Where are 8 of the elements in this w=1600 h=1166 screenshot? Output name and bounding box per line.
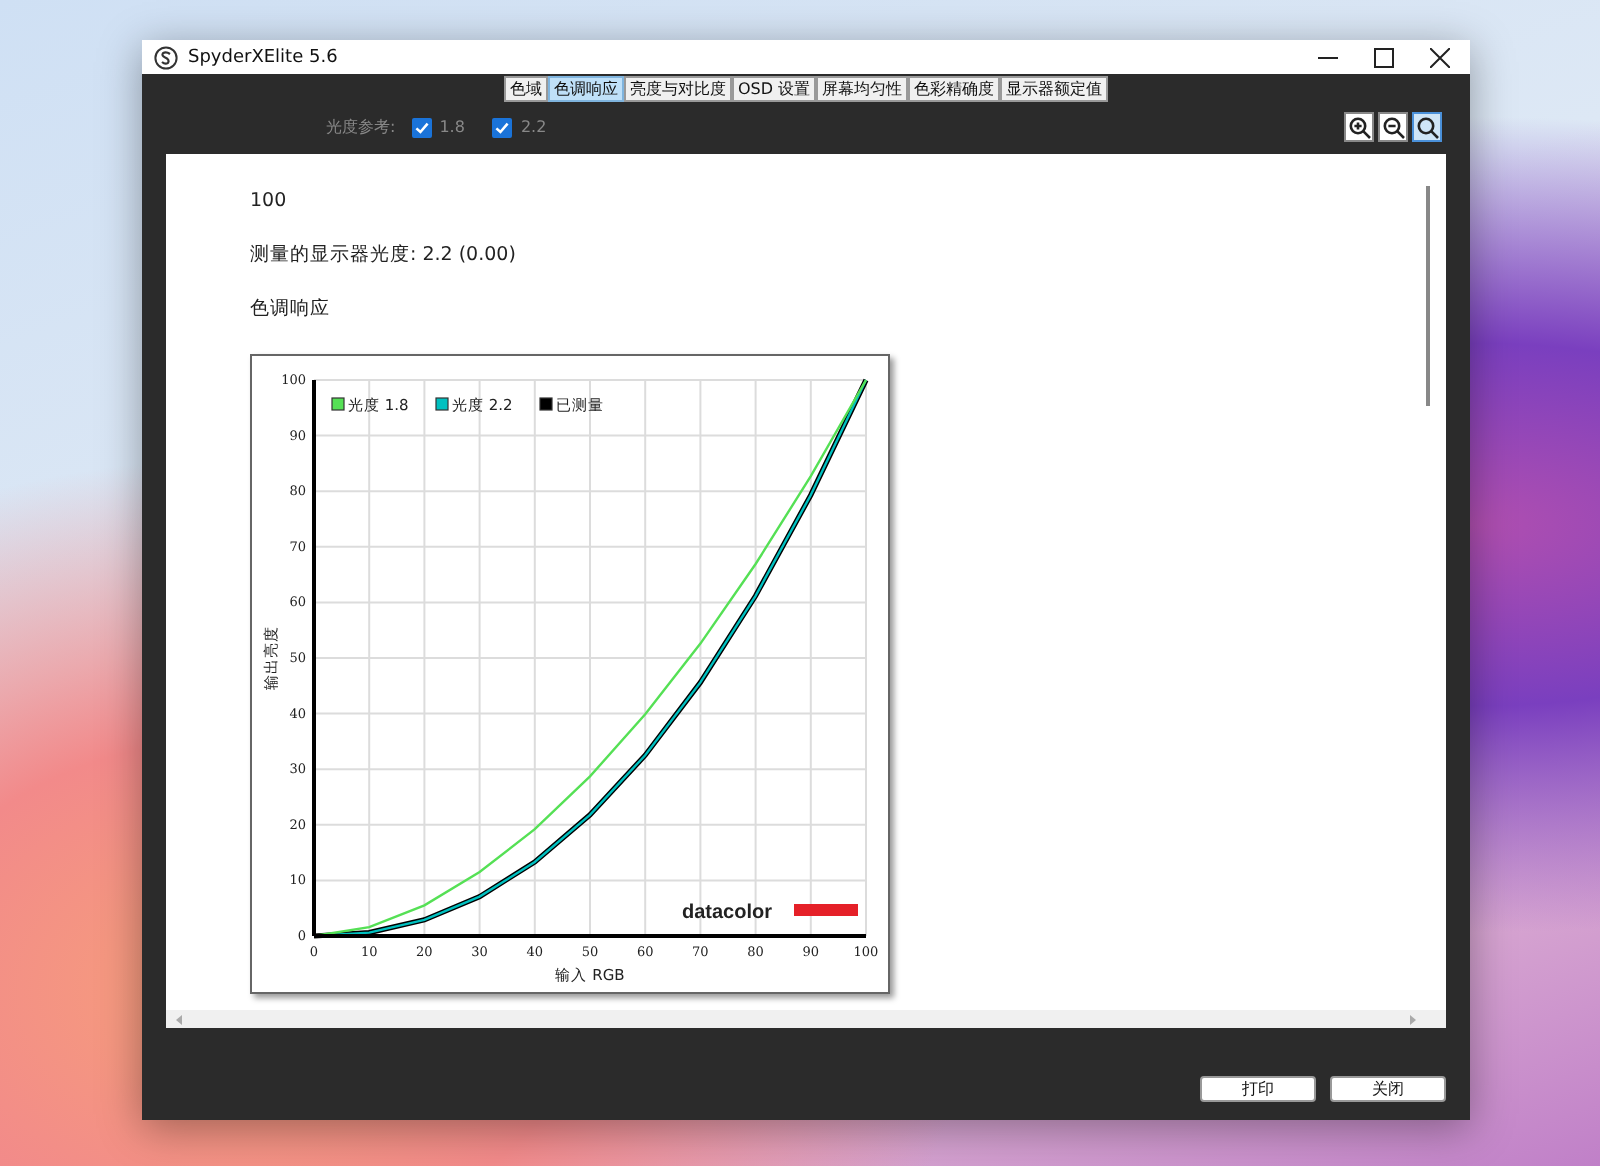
measured-gamma-text: 测量的显示器光度: 2.2 (0.00) [250, 244, 518, 270]
gamma-reference-label: 光度参考: [326, 116, 396, 138]
window-title: SpyderXElite 5.6 [188, 47, 338, 67]
section-title: 色调响应 [250, 298, 332, 324]
brand-logo-text: datacolor [682, 902, 773, 924]
checkbox-label: 1.8 [439, 118, 465, 136]
brightness-value: 100 [250, 190, 289, 216]
checkbox-label: 2.2 [520, 118, 547, 136]
